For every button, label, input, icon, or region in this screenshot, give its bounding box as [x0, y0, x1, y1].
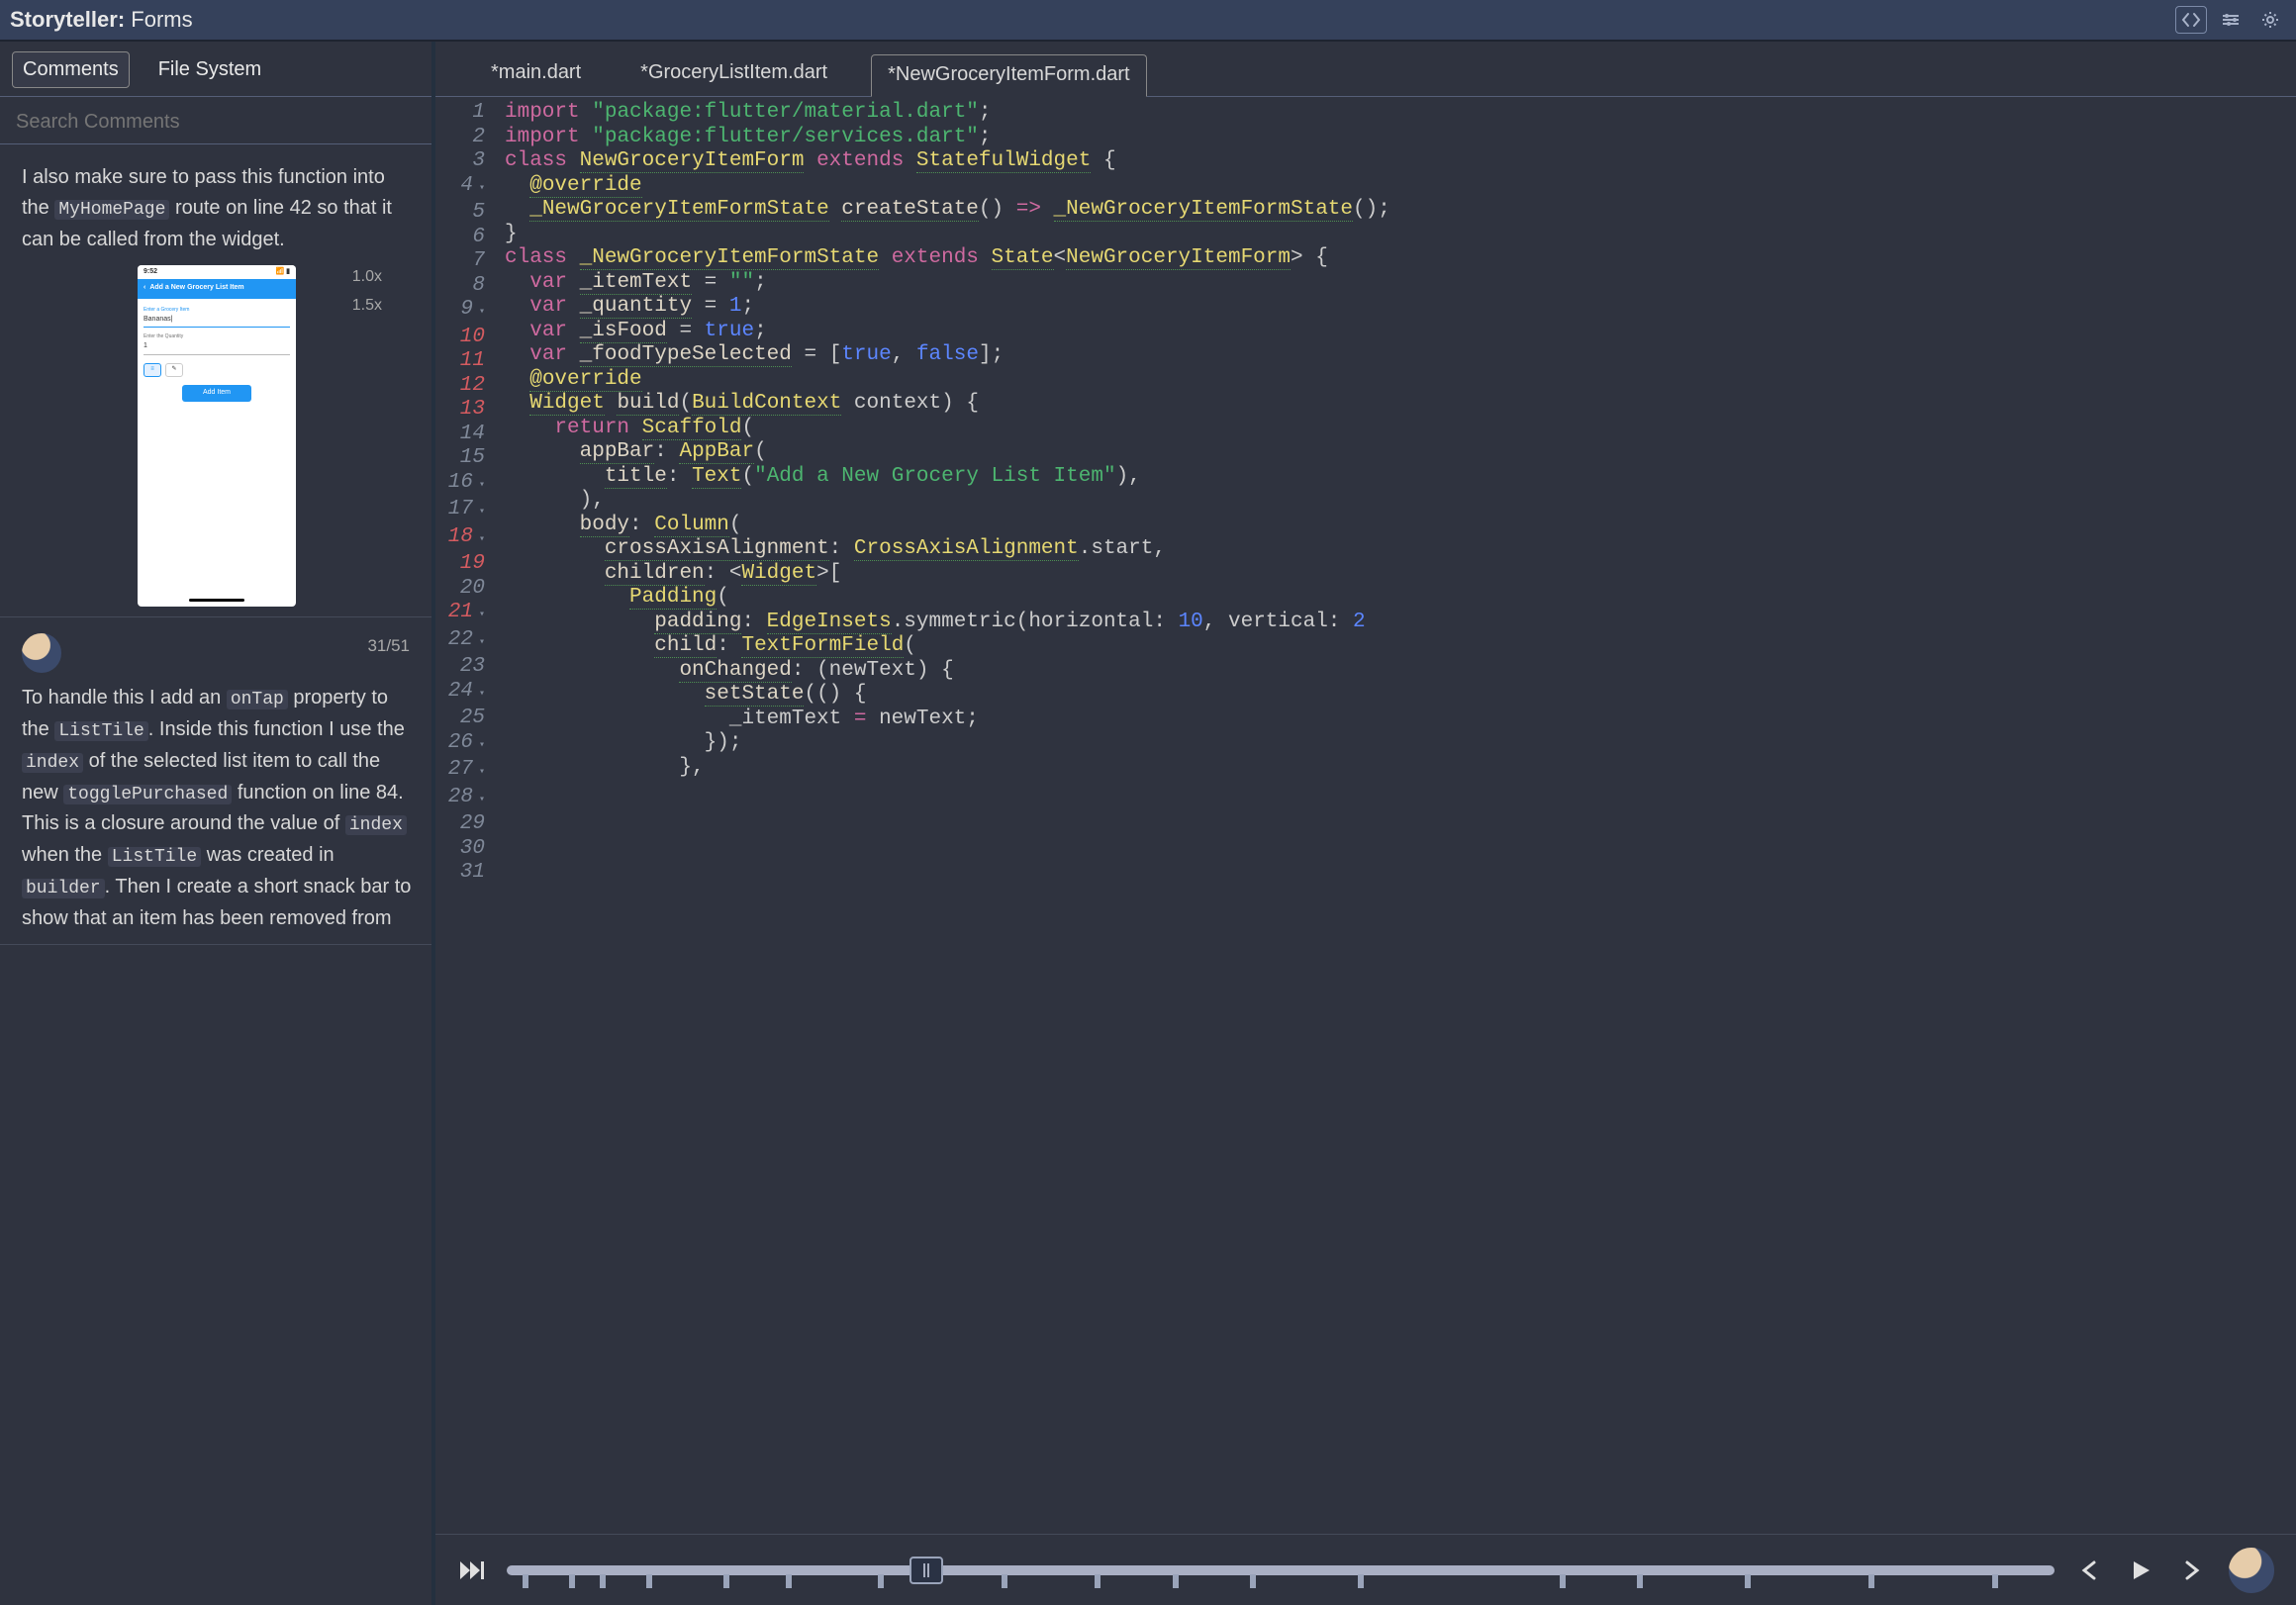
skip-forward-button[interactable]: [455, 1554, 489, 1587]
phone-field: 1: [144, 341, 290, 355]
timeline-ticks: [507, 1574, 2055, 1588]
back-icon: ‹: [144, 283, 145, 294]
phone-header: Add a New Grocery List Item: [149, 283, 243, 294]
code-view-button[interactable]: [2175, 6, 2207, 34]
inline-code: index: [22, 753, 83, 773]
code-area[interactable]: import "package:flutter/material.dart";i…: [495, 97, 2296, 1534]
zoom-1x[interactable]: 1.0x: [352, 265, 382, 290]
app-title: Storyteller: Forms: [10, 7, 193, 33]
left-panel: Comments File System I also make sure to…: [0, 42, 435, 1605]
phone-toggle: ✎: [165, 363, 183, 377]
phone-label: Enter the Quantity: [144, 333, 290, 341]
right-panel: *main.dart *GroceryListItem.dart *NewGro…: [435, 42, 2296, 1605]
title-bar: Storyteller: Forms: [0, 0, 2296, 42]
playback-bar: [435, 1534, 2296, 1605]
search-row: [0, 97, 431, 144]
tab-filesystem[interactable]: File System: [147, 51, 272, 88]
left-tabs: Comments File System: [0, 42, 431, 97]
search-input[interactable]: [14, 105, 418, 140]
phone-status-icons: 📶 ▮: [275, 267, 290, 279]
app-title-prefix: Storyteller:: [10, 7, 125, 32]
zoom-1-5x[interactable]: 1.5x: [352, 294, 382, 319]
phone-label: Enter a Grocery Item: [144, 307, 290, 315]
comment-counter: 31/51: [367, 633, 410, 659]
line-gutter: 1234 ▾56789 ▾10111213141516 ▾17 ▾18 ▾192…: [435, 97, 495, 1534]
avatar[interactable]: [2227, 1546, 2276, 1595]
comment-text: To handle this I add an: [22, 687, 227, 708]
file-tab[interactable]: *NewGroceryItemForm.dart: [871, 54, 1147, 97]
inline-code: ListTile: [108, 847, 201, 867]
timeline-track[interactable]: [507, 1551, 2055, 1590]
next-button[interactable]: [2175, 1554, 2209, 1587]
phone-mockup: 9:52 📶 ▮ ‹ Add a New Grocery List Item Ent…: [138, 265, 296, 607]
phone-home-bar: [189, 599, 244, 602]
avatar: [20, 631, 63, 675]
app-title-name: Forms: [131, 7, 192, 32]
comment-text: when the: [22, 844, 108, 866]
screenshot-wrap: 1.0x 1.5x 9:52 📶 ▮ ‹ Add a New Grocery Lis…: [22, 265, 412, 607]
file-tabs: *main.dart *GroceryListItem.dart *NewGro…: [435, 42, 2296, 97]
comment-text: . Inside this function I use the: [148, 718, 405, 740]
inline-code: onTap: [227, 690, 288, 709]
phone-toggle: ≡: [144, 363, 161, 377]
play-button[interactable]: [2124, 1554, 2157, 1587]
settings-button[interactable]: [2254, 6, 2286, 34]
controls-button[interactable]: [2215, 6, 2247, 34]
comments-scroll[interactable]: I also make sure to pass this function i…: [0, 144, 431, 1605]
editor[interactable]: 1234 ▾56789 ▾10111213141516 ▾17 ▾18 ▾192…: [435, 97, 2296, 1534]
file-tab[interactable]: *main.dart: [475, 53, 597, 96]
file-tab[interactable]: *GroceryListItem.dart: [624, 53, 843, 96]
tab-comments[interactable]: Comments: [12, 51, 130, 88]
inline-code: builder: [22, 879, 105, 898]
phone-add-button: Add Item: [182, 385, 251, 402]
inline-code: togglePurchased: [63, 785, 232, 804]
phone-time: 9:52: [144, 267, 157, 279]
zoom-controls: 1.0x 1.5x: [352, 265, 382, 319]
inline-code: MyHomePage: [54, 200, 169, 220]
comment-block: 31/51 To handle this I add an onTap prop…: [0, 617, 431, 945]
phone-field: Bananas|: [144, 315, 290, 329]
inline-code: index: [345, 815, 407, 835]
comment-block: I also make sure to pass this function i…: [0, 148, 431, 617]
prev-button[interactable]: [2072, 1554, 2106, 1587]
comment-text: was created in: [201, 844, 335, 866]
inline-code: ListTile: [54, 721, 147, 741]
